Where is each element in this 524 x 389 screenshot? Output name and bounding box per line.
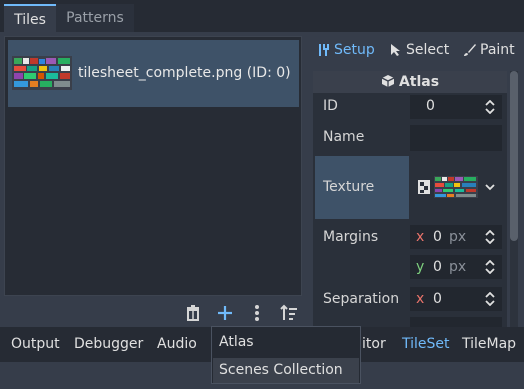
tab-patterns[interactable]: Patterns	[56, 4, 134, 32]
tab-editor-partial[interactable]: itor	[362, 336, 386, 352]
texture-icon	[418, 180, 430, 194]
tab-tileset[interactable]: TileSet	[402, 336, 450, 352]
tilesheet-thumbnail-icon	[12, 56, 72, 90]
tab-debugger[interactable]: Debugger	[74, 336, 143, 352]
add-source-menu: Atlas Scenes Collection	[211, 326, 361, 384]
tab-tilemap[interactable]: TileMap	[462, 336, 516, 352]
inspector-scrollbar[interactable]	[510, 71, 518, 327]
margins-y-label: y	[416, 259, 425, 275]
section-header[interactable]: Atlas	[313, 71, 507, 93]
texture-label: Texture	[323, 179, 375, 195]
sort-icon[interactable]	[279, 303, 299, 323]
separation-y-field[interactable]	[410, 317, 502, 327]
wrench-icon	[319, 44, 329, 56]
cube-icon	[381, 75, 395, 87]
source-label: tilesheet_complete.png (ID: 0)	[78, 65, 291, 81]
spin-arrows-icon[interactable]	[485, 100, 495, 114]
brush-icon	[464, 44, 476, 56]
margins-x-value: 0	[433, 229, 442, 245]
atlas-inspector: Atlas ID 0 Name Texture Margins x 0 px y…	[313, 71, 507, 327]
setup-label: Setup	[334, 42, 375, 58]
spin-arrows-icon[interactable]	[485, 292, 495, 306]
tab-tiles[interactable]: Tiles	[4, 4, 56, 32]
separation-x-label: x	[416, 291, 425, 307]
select-mode-button[interactable]: Select	[390, 40, 449, 60]
margins-x-label: x	[416, 229, 425, 245]
list-item[interactable]: tilesheet_complete.png (ID: 0)	[8, 40, 299, 107]
texture-preview-icon	[434, 176, 478, 198]
menu-item-atlas[interactable]: Atlas	[213, 330, 359, 355]
paint-label: Paint	[480, 42, 515, 58]
tab-audio[interactable]: Audio	[157, 336, 197, 352]
cursor-icon	[391, 44, 400, 56]
menu-item-scenes-collection[interactable]: Scenes Collection	[213, 358, 359, 383]
id-label: ID	[323, 98, 338, 114]
spin-arrows-icon[interactable]	[485, 260, 495, 274]
plus-icon[interactable]	[215, 303, 235, 323]
setup-mode-button[interactable]: Setup	[318, 40, 375, 60]
id-value: 0	[426, 98, 435, 114]
chevron-down-icon[interactable]	[485, 183, 495, 191]
separation-label: Separation	[323, 291, 400, 307]
margins-label: Margins	[323, 229, 379, 245]
select-label: Select	[406, 42, 450, 58]
spin-arrows-icon[interactable]	[485, 230, 495, 244]
margins-y-value: 0	[433, 259, 442, 275]
tab-output[interactable]: Output	[11, 336, 60, 352]
kebab-menu-icon[interactable]	[247, 303, 267, 323]
scrollbar-thumb[interactable]	[510, 71, 518, 241]
separation-x-value: 0	[433, 291, 442, 307]
paint-mode-button[interactable]: Paint	[463, 40, 515, 60]
margins-y-unit: px	[449, 259, 467, 275]
name-label: Name	[323, 129, 365, 145]
section-title: Atlas	[398, 74, 440, 90]
trash-icon[interactable]	[183, 303, 203, 323]
tileset-sources-list: tilesheet_complete.png (ID: 0)	[4, 36, 302, 296]
margins-x-unit: px	[449, 229, 467, 245]
name-field[interactable]	[410, 125, 502, 151]
